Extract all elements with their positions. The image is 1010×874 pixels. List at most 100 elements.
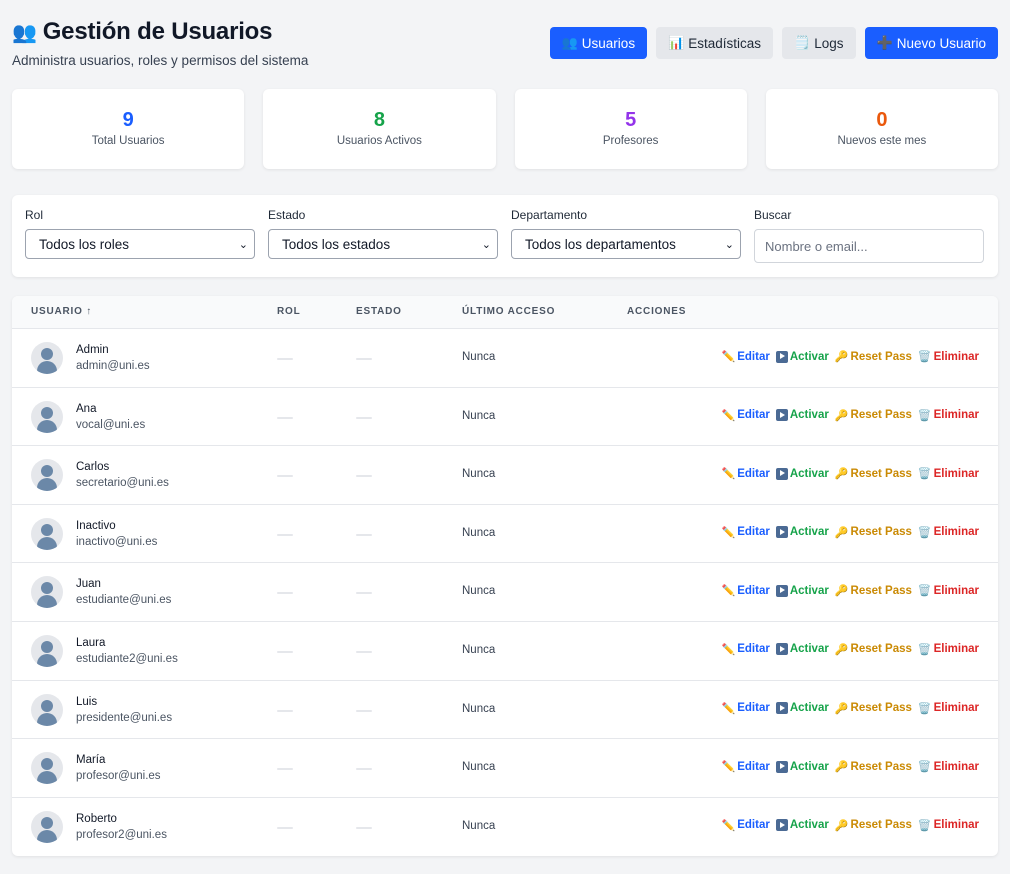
delete-label: Eliminar bbox=[933, 702, 979, 715]
stat-value: 5 bbox=[625, 109, 637, 131]
column-header-estado[interactable]: ESTADO bbox=[356, 306, 402, 317]
rol-select[interactable]: Todos los roles ⌄ bbox=[25, 229, 255, 259]
trash-icon: 🗑️ bbox=[917, 702, 932, 715]
edit-button[interactable]: ✏️ Editar bbox=[722, 584, 770, 598]
activate-button[interactable]: Activar bbox=[775, 526, 829, 539]
pencil-icon: ✏️ bbox=[721, 526, 736, 539]
nuevo-usuario-button[interactable]: ➕ Nuevo Usuario bbox=[864, 27, 998, 59]
status-badge bbox=[356, 768, 372, 771]
page-title-text: Gestión de Usuarios bbox=[42, 18, 273, 45]
delete-button[interactable]: 🗑️ Eliminar bbox=[918, 819, 979, 832]
logs-button[interactable]: 🗒️ Logs bbox=[782, 27, 856, 59]
reset-password-button[interactable]: 🔑 Reset Pass bbox=[834, 760, 912, 774]
delete-button[interactable]: 🗑️ Eliminar bbox=[918, 643, 979, 656]
row-actions: ✏️ Editar Activar 🔑 Reset Pass 🗑️ Elimin… bbox=[722, 819, 979, 832]
edit-button[interactable]: ✏️ Editar bbox=[722, 760, 770, 774]
edit-button[interactable]: ✏️ Editar bbox=[722, 409, 770, 422]
reset-password-button[interactable]: 🔑 Reset Pass bbox=[835, 409, 912, 422]
trash-icon: 🗑️ bbox=[917, 643, 932, 656]
activate-button[interactable]: Activar bbox=[775, 350, 829, 363]
activate-button[interactable]: Activar bbox=[775, 702, 829, 715]
activate-button[interactable]: Activar bbox=[775, 643, 829, 656]
stat-card-total: 9 Total Usuarios bbox=[12, 89, 245, 169]
user-email: profesor@uni.es bbox=[76, 770, 161, 783]
status-badge bbox=[356, 416, 372, 419]
edit-button[interactable]: ✏️ Editar bbox=[722, 702, 770, 715]
users-icon: 👥 bbox=[561, 35, 578, 50]
key-icon: 🔑 bbox=[834, 468, 849, 481]
filter-estado-label: Estado bbox=[268, 208, 306, 222]
pencil-icon: ✏️ bbox=[721, 409, 736, 422]
edit-button[interactable]: ✏️ Editar bbox=[722, 643, 770, 656]
reset-password-button[interactable]: 🔑 Reset Pass bbox=[835, 526, 912, 539]
column-header-acceso[interactable]: ÚLTIMO ACCESO bbox=[462, 306, 555, 317]
activate-button[interactable]: Activar bbox=[775, 819, 829, 832]
table-row: Juan estudiante@uni.es Nunca ✏️ Editar A… bbox=[12, 563, 998, 622]
play-icon bbox=[775, 467, 788, 480]
edit-label: Editar bbox=[737, 643, 770, 656]
reset-label: Reset Pass bbox=[850, 409, 912, 422]
reset-password-button[interactable]: 🔑 Reset Pass bbox=[834, 350, 912, 364]
table-row: Admin admin@uni.es Nunca ✏️ Editar Activ… bbox=[12, 329, 998, 388]
reset-password-button[interactable]: 🔑 Reset Pass bbox=[835, 643, 912, 656]
role-badge bbox=[277, 533, 293, 536]
user-email: secretario@uni.es bbox=[76, 477, 169, 490]
reset-label: Reset Pass bbox=[850, 526, 912, 539]
column-header-usuario[interactable]: USUARIO ↑ bbox=[31, 306, 92, 317]
delete-button[interactable]: 🗑️ Eliminar bbox=[918, 702, 979, 715]
edit-button[interactable]: ✏️ Editar bbox=[722, 819, 770, 832]
estadisticas-button[interactable]: 📊 Estadísticas bbox=[656, 27, 774, 59]
estado-select[interactable]: Todos los estados ⌄ bbox=[268, 229, 498, 259]
activate-label: Activar bbox=[789, 409, 829, 422]
stats-row: 9 Total Usuarios 8 Usuarios Activos 5 Pr… bbox=[12, 89, 998, 169]
search-input[interactable]: Nombre o email... bbox=[754, 229, 984, 263]
key-icon: 🔑 bbox=[834, 761, 849, 774]
user-name: Juan bbox=[76, 578, 101, 591]
column-header-rol[interactable]: ROL bbox=[277, 306, 301, 317]
departamento-select[interactable]: Todos los departamentos ⌄ bbox=[511, 229, 741, 259]
reset-label: Reset Pass bbox=[850, 702, 912, 715]
delete-button[interactable]: 🗑️ Eliminar bbox=[917, 760, 979, 774]
activate-button[interactable]: Activar bbox=[775, 409, 829, 422]
reset-label: Reset Pass bbox=[850, 643, 912, 656]
delete-button[interactable]: 🗑️ Eliminar bbox=[918, 409, 979, 422]
activate-button[interactable]: Activar bbox=[775, 584, 829, 597]
avatar bbox=[31, 634, 63, 667]
reset-password-button[interactable]: 🔑 Reset Pass bbox=[834, 467, 912, 481]
delete-button[interactable]: 🗑️ Eliminar bbox=[918, 467, 979, 481]
activate-label: Activar bbox=[789, 350, 829, 363]
delete-button[interactable]: 🗑️ Eliminar bbox=[918, 350, 979, 364]
key-icon: 🔑 bbox=[834, 819, 849, 832]
nuevo-usuario-button-label: Nuevo Usuario bbox=[896, 35, 986, 51]
reset-password-button[interactable]: 🔑 Reset Pass bbox=[835, 584, 912, 598]
edit-button[interactable]: ✏️ Editar bbox=[722, 350, 770, 364]
stat-value: 0 bbox=[876, 109, 888, 131]
pencil-icon: ✏️ bbox=[721, 702, 736, 715]
rol-select-value: Todos los roles bbox=[39, 236, 130, 252]
usuarios-button[interactable]: 👥 Usuarios bbox=[549, 27, 648, 59]
edit-button[interactable]: ✏️ Editar bbox=[722, 467, 770, 481]
delete-label: Eliminar bbox=[933, 584, 979, 597]
status-badge bbox=[356, 709, 372, 712]
delete-button[interactable]: 🗑️ Eliminar bbox=[918, 584, 979, 598]
status-badge bbox=[356, 826, 372, 829]
user-name: Ana bbox=[76, 402, 97, 415]
stat-card-activos: 8 Usuarios Activos bbox=[263, 89, 496, 169]
edit-button[interactable]: ✏️ Editar bbox=[722, 526, 770, 539]
reset-password-button[interactable]: 🔑 Reset Pass bbox=[835, 702, 912, 715]
last-access: Nunca bbox=[462, 351, 496, 363]
reset-password-button[interactable]: 🔑 Reset Pass bbox=[835, 819, 912, 832]
usuarios-button-label: Usuarios bbox=[581, 35, 636, 51]
row-actions: ✏️ Editar Activar 🔑 Reset Pass 🗑️ Elimin… bbox=[722, 702, 979, 715]
activate-button[interactable]: Activar bbox=[775, 467, 829, 480]
user-name: Luis bbox=[76, 695, 98, 708]
key-icon: 🔑 bbox=[834, 351, 849, 363]
status-badge bbox=[356, 475, 372, 478]
trash-icon: 🗑️ bbox=[917, 761, 932, 774]
last-access: Nunca bbox=[462, 819, 496, 832]
activate-button[interactable]: Activar bbox=[775, 760, 829, 773]
table-row: Laura estudiante2@uni.es Nunca ✏️ Editar… bbox=[12, 622, 998, 681]
delete-button[interactable]: 🗑️ Eliminar bbox=[918, 526, 979, 539]
row-actions: ✏️ Editar Activar 🔑 Reset Pass 🗑️ Elimin… bbox=[722, 643, 979, 656]
role-badge bbox=[277, 592, 293, 595]
